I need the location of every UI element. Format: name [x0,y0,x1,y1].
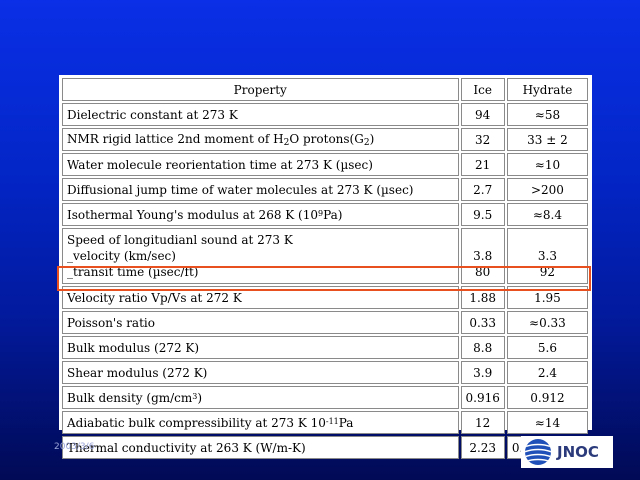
ice-cell: 12 [460,411,505,434]
hydrate-cell: 5.6 [506,336,588,359]
property-cell: Poisson's ratio [62,311,459,334]
property-text: Isothermal Young's modulus at 268 K (10 [67,207,319,222]
hydrate-cell: ≈10 [506,153,588,176]
ice-cell: 2.7 [460,178,505,201]
ice-cell: 3.9 [460,361,505,384]
table-row: NMR rigid lattice 2nd moment of H2O prot… [62,128,588,151]
ice-cell: 32 [460,128,505,151]
table-row: Thermal conductivity at 263 K (W/m-K) 2.… [62,436,588,459]
table-row: Diffusional jump time of water molecules… [62,178,588,201]
hydrate-cell: ≈58 [506,103,588,126]
property-line: Speed of longitudianl sound at 273 K [67,233,293,247]
hydrate-cell: 0.912 [506,386,588,409]
property-cell: Water molecule reorientation time at 273… [62,153,459,176]
logo-text: JNOC [557,443,599,461]
property-cell: Thermal conductivity at 263 K (W/m-K) [62,436,459,459]
property-cell: NMR rigid lattice 2nd moment of H2O prot… [62,128,459,151]
property-text: Bulk density (gm/cm [67,390,193,405]
footer-date: 2003/3/6 [54,442,95,452]
property-cell: Dielectric constant at 273 K [62,103,459,126]
row-highlight-frame [57,266,591,291]
table-row: Adiabatic bulk compressibility at 273 K … [62,411,588,434]
hydrate-cell: 33 ± 2 [506,128,588,151]
header-property: Property [62,78,459,101]
superscript: -11 [325,416,339,426]
table-row: Poisson's ratio 0.33 ≈0.33 [62,311,588,334]
ice-cell: 9.5 [460,203,505,226]
table-header-row: Property Ice Hydrate [62,78,588,101]
header-ice: Ice [460,78,505,101]
property-line: _velocity (km/sec) [67,249,176,263]
ice-cell: 8.8 [460,336,505,359]
property-text: NMR rigid lattice 2nd moment of H [67,131,284,146]
table-row: Dielectric constant at 273 K 94 ≈58 [62,103,588,126]
property-cell: Shear modulus (272 K) [62,361,459,384]
ice-value: 3.8 [473,249,493,263]
property-text: Pa) [323,207,343,222]
table-row: Shear modulus (272 K) 3.9 2.4 [62,361,588,384]
ice-cell: 0.916 [460,386,505,409]
property-text: Adiabatic bulk compressibility at 273 K … [67,415,326,430]
header-hydrate: Hydrate [506,78,588,101]
property-text: ) [369,131,375,146]
table-row: Bulk density (gm/cm3) 0.916 0.912 [62,386,588,409]
ice-cell: 0.33 [460,311,505,334]
property-cell: Bulk density (gm/cm3) [62,386,459,409]
company-logo: JNOC [521,436,613,468]
property-text: ) [197,390,203,405]
property-cell: Bulk modulus (272 K) [62,336,459,359]
globe-icon [525,439,551,465]
hydrate-cell: 2.4 [506,361,588,384]
ice-cell: 94 [460,103,505,126]
table-row: Isothermal Young's modulus at 268 K (10 9… [62,203,588,226]
property-text: Pa [338,415,354,430]
hydrate-cell: ≈14 [506,411,588,434]
hydrate-cell: ≈8.4 [506,203,588,226]
property-cell: Adiabatic bulk compressibility at 273 K … [62,411,459,434]
table-row: Water molecule reorientation time at 273… [62,153,588,176]
property-cell: Isothermal Young's modulus at 268 K (109… [62,203,459,226]
table-row: Bulk modulus (272 K) 8.8 5.6 [62,336,588,359]
ice-cell: 21 [460,153,505,176]
property-cell: Diffusional jump time of water molecules… [62,178,459,201]
hydrate-value: 3.3 [537,249,557,263]
hydrate-cell: ≈0.33 [506,311,588,334]
property-text: O protons(G [289,131,364,146]
ice-cell: 2.23 [460,436,505,459]
hydrate-cell: >200 [506,178,588,201]
